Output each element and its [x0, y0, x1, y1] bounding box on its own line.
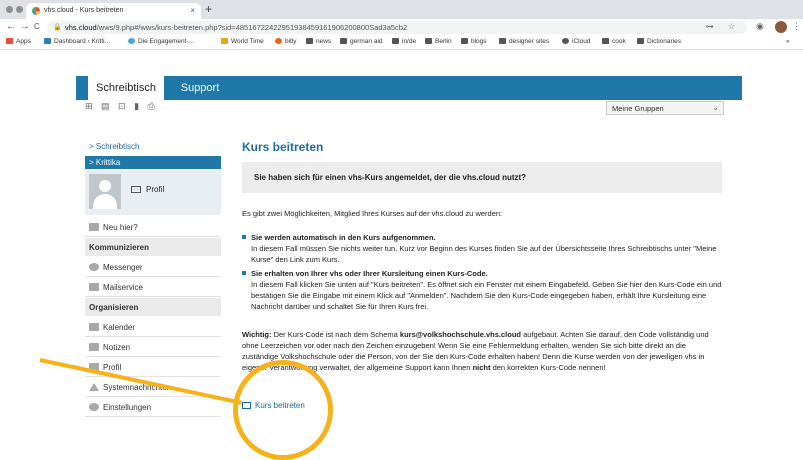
mail-icon	[89, 283, 99, 291]
browser-tab[interactable]: vhs.cloud - Kurs beitreten ×	[26, 3, 201, 19]
important-note: Wichtig: Der Kurs-Code ist nach dem Sche…	[242, 330, 709, 372]
bookmark-folder[interactable]: cook	[602, 38, 626, 45]
folder-icon	[392, 38, 399, 44]
bookmarks-bar: Apps Dashboard ‹ Kritti... Die Engagemen…	[0, 36, 803, 50]
browser-toolbar: ← → C 🔒 vhs.cloud/wws/9.php#/wws/kurs-be…	[0, 19, 803, 36]
bookmark-icon	[44, 38, 51, 44]
calendar-icon	[89, 323, 99, 331]
gear-icon	[89, 403, 99, 411]
sidebar-item-krittika[interactable]: > Krittika	[85, 156, 221, 169]
bookmark-folder[interactable]: german aid	[340, 38, 383, 45]
tab-title: vhs.cloud - Kurs beitreten	[44, 7, 124, 14]
bookmark-folder[interactable]: designer sites	[499, 38, 549, 45]
groups-select[interactable]: Meine Gruppen ⌄	[606, 101, 724, 115]
bullet-square-icon	[242, 235, 246, 239]
user-help-icon	[89, 223, 99, 231]
sidebar-item-schreibtisch[interactable]: > Schreibtisch	[85, 140, 221, 153]
option-course-code: Sie erhalten von Ihrer vhs oder Ihrer Ku…	[242, 268, 722, 312]
bookmark-item[interactable]: iCloud	[562, 38, 590, 45]
new-tab-button[interactable]: +	[205, 2, 212, 16]
option-automatic-title: Sie werden automatisch in den Kurs aufge…	[251, 233, 436, 242]
extension-icon[interactable]: ◉	[756, 21, 764, 32]
sidebar-section-kommunizieren: Kommunizieren	[85, 238, 221, 256]
folder-icon	[602, 38, 609, 44]
option-automatic-body: In diesem Fall müssen Sie nichts weiter …	[251, 244, 717, 264]
world-time-icon	[221, 38, 228, 44]
bookmark-item[interactable]: Die Engagement-...	[128, 38, 194, 45]
browser-profile-avatar[interactable]	[775, 21, 787, 33]
apps-grid-icon	[6, 38, 13, 44]
id-card-icon	[131, 186, 141, 193]
bookmark-folder[interactable]: in/de	[392, 38, 416, 45]
messenger-icon	[89, 263, 99, 271]
notes-icon	[89, 343, 99, 351]
main-content: Kurs beitreten Sie haben sich für einen …	[242, 140, 722, 410]
bookmark-folder[interactable]: Berlin	[425, 38, 452, 45]
folder-icon	[306, 38, 313, 44]
bookmark-item[interactable]: World Time	[221, 38, 264, 45]
minimize-window-icon[interactable]	[16, 6, 23, 13]
bookmark-folder[interactable]: news	[306, 38, 331, 45]
reload-button[interactable]: C	[34, 22, 40, 31]
bookmark-item[interactable]: bitly	[275, 38, 297, 45]
highlight-circle	[233, 360, 333, 460]
sidebar-profile-card: Profil	[85, 170, 221, 215]
bitly-icon	[275, 38, 282, 44]
bookmark-icon	[128, 38, 135, 44]
bookmark-star-icon[interactable]: ⊶ ☆	[706, 22, 741, 31]
sidebar-item-messenger[interactable]: Messenger	[85, 258, 221, 277]
folder-icon	[425, 38, 432, 44]
sidebar-section-organisieren: Organisieren	[85, 298, 221, 316]
chevron-down-icon: ⌄	[712, 103, 719, 112]
groups-select-value: Meine Gruppen	[612, 104, 664, 113]
folder-icon	[340, 38, 347, 44]
vhs-favicon-icon	[32, 7, 40, 15]
tab-schreibtisch[interactable]: Schreibtisch	[88, 76, 164, 100]
chrome-menu-icon[interactable]: ⋮	[792, 21, 801, 32]
bookmarks-overflow[interactable]: »	[786, 38, 790, 45]
option-automatic: Sie werden automatisch in den Kurs aufge…	[242, 232, 722, 265]
back-button[interactable]: ←	[6, 21, 16, 32]
bookmark-apps[interactable]: Apps	[6, 38, 31, 45]
option-course-code-body: In diesem Fall klicken Sie unten auf "Ku…	[251, 280, 722, 311]
profile-link[interactable]: Profil	[131, 185, 164, 194]
folder-icon	[637, 38, 644, 44]
intro-text: Es gibt zwei Möglichkeiten, Mitglied Ihr…	[242, 209, 503, 218]
sidebar-item-einstellungen[interactable]: Einstellungen	[85, 398, 221, 417]
bookmark-folder[interactable]: Dictionaries	[637, 38, 681, 45]
notice-box: Sie haben sich für einen vhs-Kurs angeme…	[242, 162, 722, 193]
page-title: Kurs beitreten	[242, 140, 324, 154]
avatar[interactable]	[89, 174, 121, 209]
page-tool-icons[interactable]: ⊞ ▤ ⊡ ▮ ⎙	[85, 101, 158, 112]
sidebar-item-kalender[interactable]: Kalender	[85, 318, 221, 337]
forward-button[interactable]: →	[20, 21, 30, 32]
lock-icon: 🔒	[53, 24, 62, 31]
browser-tabstrip: vhs.cloud - Kurs beitreten × +	[0, 0, 803, 19]
sidebar-item-neu-hier[interactable]: Neu hier?	[85, 218, 221, 237]
vhs-top-nav: Schreibtisch Support	[76, 76, 742, 100]
close-tab-icon[interactable]: ×	[190, 6, 195, 15]
option-course-code-title: Sie erhalten von Ihrer vhs oder Ihrer Ku…	[251, 269, 488, 278]
sidebar-item-notizen[interactable]: Notizen	[85, 338, 221, 357]
folder-icon	[499, 38, 506, 44]
bookmark-folder[interactable]: blogs	[461, 38, 487, 45]
close-window-icon[interactable]	[6, 6, 13, 13]
url-text[interactable]: vhs.cloud/wws/9.php#/wws/kurs-beitreten.…	[65, 23, 407, 32]
sidebar-item-mailservice[interactable]: Mailservice	[85, 278, 221, 297]
folder-icon	[461, 38, 468, 44]
warning-icon	[89, 383, 99, 391]
address-bar[interactable]: 🔒 vhs.cloud/wws/9.php#/wws/kurs-beitrete…	[47, 21, 747, 34]
bookmark-item[interactable]: Dashboard ‹ Kritti...	[44, 38, 110, 45]
icloud-icon	[562, 38, 569, 44]
tab-support[interactable]: Support	[174, 76, 226, 100]
bullet-square-icon	[242, 271, 246, 275]
